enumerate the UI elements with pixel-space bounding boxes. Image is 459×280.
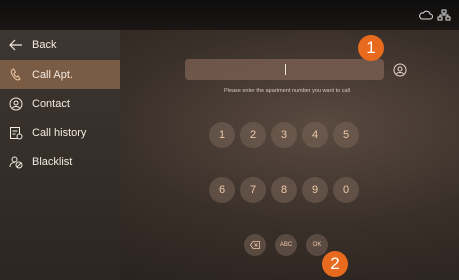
key-4[interactable]: 4 [302, 122, 328, 148]
text-caret [285, 64, 286, 75]
back-button[interactable]: Back [0, 30, 120, 59]
backspace-icon [250, 241, 260, 249]
delete-button[interactable] [244, 234, 266, 256]
key-7[interactable]: 7 [240, 177, 266, 203]
sidebar: Back Call Apt. Contact Call history Blac… [0, 30, 120, 280]
key-9[interactable]: 9 [302, 177, 328, 203]
callout-badge-1: 1 [358, 35, 384, 61]
callout-badge-2: 2 [322, 251, 348, 277]
key-0[interactable]: 0 [333, 177, 359, 203]
contact-picker-button[interactable] [393, 63, 407, 77]
sidebar-item-label: Call history [32, 126, 87, 139]
sidebar-item-contact[interactable]: Contact [0, 89, 120, 118]
key-8[interactable]: 8 [271, 177, 297, 203]
dialer-panel: Please enter the apartment number you wa… [120, 30, 459, 280]
key-6[interactable]: 6 [209, 177, 235, 203]
key-2[interactable]: 2 [240, 122, 266, 148]
sidebar-item-label: Call Apt. [32, 68, 73, 81]
key-1[interactable]: 1 [209, 122, 235, 148]
contact-icon [9, 97, 23, 111]
sidebar-item-label: Contact [32, 97, 70, 110]
apartment-number-input[interactable] [185, 59, 384, 80]
network-icon [437, 8, 451, 21]
sidebar-item-call-history[interactable]: Call history [0, 118, 120, 147]
key-5[interactable]: 5 [333, 122, 359, 148]
sidebar-item-label: Back [32, 38, 57, 51]
status-bar [0, 0, 459, 30]
arrow-left-icon [9, 38, 23, 52]
sidebar-item-call-apt[interactable]: Call Apt. [0, 60, 120, 89]
cloud-icon [419, 8, 433, 20]
ok-button[interactable]: OK [306, 234, 328, 256]
key-3[interactable]: 3 [271, 122, 297, 148]
abc-button[interactable]: ABC [275, 234, 297, 256]
sidebar-item-label: Blacklist [32, 155, 73, 168]
call-history-icon [9, 126, 23, 140]
input-hint: Please enter the apartment number you wa… [224, 88, 350, 94]
sidebar-item-blacklist[interactable]: Blacklist [0, 147, 120, 176]
blacklist-icon [9, 155, 23, 169]
phone-icon [9, 67, 23, 82]
